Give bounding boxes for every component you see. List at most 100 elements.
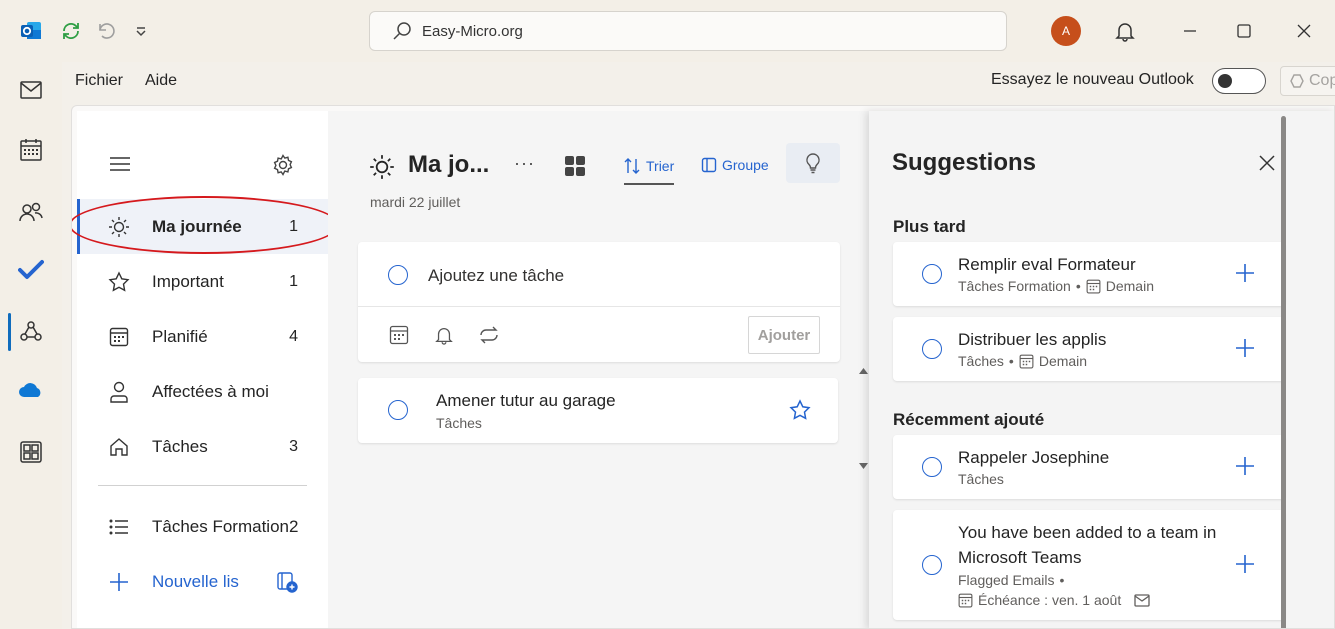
lightbulb-icon <box>804 152 822 174</box>
add-task-input[interactable]: Ajoutez une tâche <box>428 266 564 286</box>
grid-view-icon[interactable] <box>564 155 586 177</box>
task-title: Amener tutur au garage <box>436 391 616 410</box>
sun-icon <box>369 154 395 180</box>
complete-task-checkbox[interactable] <box>922 339 942 359</box>
suggestion-title: Distribuer les applis <box>958 330 1107 349</box>
title-bar: Easy-Micro.org A <box>0 0 1335 62</box>
date-subtitle: mardi 22 juillet <box>370 194 461 210</box>
person-icon <box>107 380 131 404</box>
suggestion-card[interactable]: Remplir eval Formateur Tâches Formation … <box>893 242 1285 306</box>
suggestion-card[interactable]: You have been added to a team in Microso… <box>893 510 1285 620</box>
settings-gear-icon[interactable] <box>272 154 294 176</box>
calendar-icon[interactable] <box>16 135 46 165</box>
rail-active-indicator <box>8 313 11 351</box>
sidebar-item-tasks[interactable]: Tâches 3 <box>77 419 328 474</box>
outlook-logo-icon <box>18 18 44 44</box>
sidebar-item-label: Tâches <box>152 436 208 456</box>
sidebar-item-assigned[interactable]: Affectées à moi <box>77 364 328 419</box>
sun-icon <box>107 215 131 239</box>
avatar[interactable]: A <box>1051 16 1081 46</box>
scroll-down-arrow-icon[interactable] <box>859 463 868 469</box>
add-to-my-day-plus-icon[interactable] <box>1235 263 1255 283</box>
add-task-button[interactable]: Ajouter <box>748 316 820 354</box>
list-icon <box>107 515 131 539</box>
suggestions-title: Suggestions <box>892 149 1037 176</box>
close-icon[interactable] <box>1258 154 1276 172</box>
importance-star-icon[interactable] <box>789 399 811 421</box>
sidebar-item-label: Important <box>152 271 224 291</box>
sidebar-item-label: Ma journée <box>152 216 242 236</box>
maximize-icon[interactable] <box>1231 18 1257 44</box>
add-task-card: Ajoutez une tâche Ajouter <box>358 242 840 362</box>
scroll-up-arrow-icon[interactable] <box>859 368 868 374</box>
quick-access-dropdown-icon[interactable] <box>128 18 154 44</box>
undo-icon[interactable] <box>93 18 119 44</box>
todo-app-frame: Ma journée 1 Important 1 Planifié 4 Affe… <box>71 105 1335 629</box>
new-outlook-toggle[interactable] <box>1212 68 1266 94</box>
people-icon[interactable] <box>16 197 46 227</box>
section-title-later: Plus tard <box>893 217 966 236</box>
app-rail <box>0 62 62 629</box>
due-date-icon[interactable] <box>389 325 409 345</box>
suggestion-meta: Flagged Emails • <box>958 572 1064 588</box>
email-icon <box>1134 593 1150 607</box>
complete-task-checkbox[interactable] <box>388 400 408 420</box>
menu-bar: Fichier Aide Essayez le nouveau Outlook … <box>62 62 1335 100</box>
try-new-outlook-label: Essayez le nouveau Outlook <box>991 71 1194 88</box>
sidebar-item-planned[interactable]: Planifié 4 <box>77 309 328 364</box>
sidebar-list-taches-formation2[interactable]: Tâches Formation2 <box>77 499 328 554</box>
task-list-name: Tâches <box>436 415 482 431</box>
groups-icon[interactable] <box>16 316 46 346</box>
complete-task-checkbox[interactable] <box>922 264 942 284</box>
suggestion-title: Rappeler Josephine <box>958 448 1110 467</box>
complete-task-checkbox[interactable] <box>922 555 942 575</box>
sidebar-item-count: 1 <box>289 217 298 235</box>
new-list-button[interactable]: Nouvelle lis <box>77 554 328 609</box>
due-calendar-icon <box>958 593 973 608</box>
meta-bullet: • <box>1075 278 1081 294</box>
complete-task-checkbox[interactable] <box>922 457 942 477</box>
onedrive-icon[interactable] <box>16 375 46 405</box>
suggestion-card[interactable]: Distribuer les applis Tâches • Demain <box>893 317 1285 381</box>
apps-icon[interactable] <box>16 437 46 467</box>
repeat-icon[interactable] <box>478 325 500 345</box>
suggestion-due: Demain <box>1038 353 1088 369</box>
suggestion-due: Échéance : ven. 1 août <box>978 592 1122 608</box>
add-to-my-day-plus-icon[interactable] <box>1235 554 1255 574</box>
menu-aide[interactable]: Aide <box>145 72 177 90</box>
suggestions-scrollbar[interactable] <box>1281 116 1286 628</box>
page-title: Ma jo... <box>408 151 490 178</box>
task-item[interactable]: Amener tutur au garage Tâches <box>358 378 838 443</box>
group-button[interactable]: Groupe <box>701 157 769 173</box>
sidebar-item-my-day[interactable]: Ma journée 1 <box>77 199 328 254</box>
mail-icon[interactable] <box>16 75 46 105</box>
sidebar-item-label: Planifié <box>152 326 208 346</box>
sync-icon[interactable] <box>58 18 84 44</box>
hamburger-menu-icon[interactable] <box>109 156 131 172</box>
todo-sidebar: Ma journée 1 Important 1 Planifié 4 Affe… <box>72 111 339 628</box>
add-to-my-day-plus-icon[interactable] <box>1235 338 1255 358</box>
close-window-icon[interactable] <box>1291 18 1317 44</box>
todo-icon[interactable] <box>16 255 46 285</box>
copilot-icon <box>1289 73 1305 89</box>
bell-icon[interactable] <box>1112 18 1138 44</box>
suggestions-toggle-button[interactable] <box>786 143 840 183</box>
home-icon <box>107 435 131 459</box>
sort-button[interactable]: Trier <box>623 157 674 175</box>
minimize-icon[interactable] <box>1177 18 1203 44</box>
add-to-my-day-plus-icon[interactable] <box>1235 456 1255 476</box>
suggestion-list-name: Flagged Emails <box>958 572 1055 588</box>
search-box[interactable]: Easy-Micro.org <box>369 11 1007 51</box>
menu-fichier[interactable]: Fichier <box>75 72 123 90</box>
new-group-icon[interactable] <box>276 571 298 593</box>
more-options-button[interactable]: ··· <box>514 153 535 174</box>
due-calendar-icon <box>1086 279 1101 294</box>
suggestion-due: Demain <box>1105 278 1154 294</box>
copilot-button[interactable]: Copilot <box>1280 66 1335 96</box>
meta-bullet: • <box>1008 353 1014 369</box>
suggestion-card[interactable]: Rappeler Josephine Tâches <box>893 435 1285 499</box>
reminder-bell-icon[interactable] <box>434 325 454 345</box>
suggestion-list-name: Tâches <box>958 353 1004 369</box>
sidebar-item-important[interactable]: Important 1 <box>77 254 328 309</box>
sidebar-list-label: Tâches Formation2 <box>152 516 299 536</box>
